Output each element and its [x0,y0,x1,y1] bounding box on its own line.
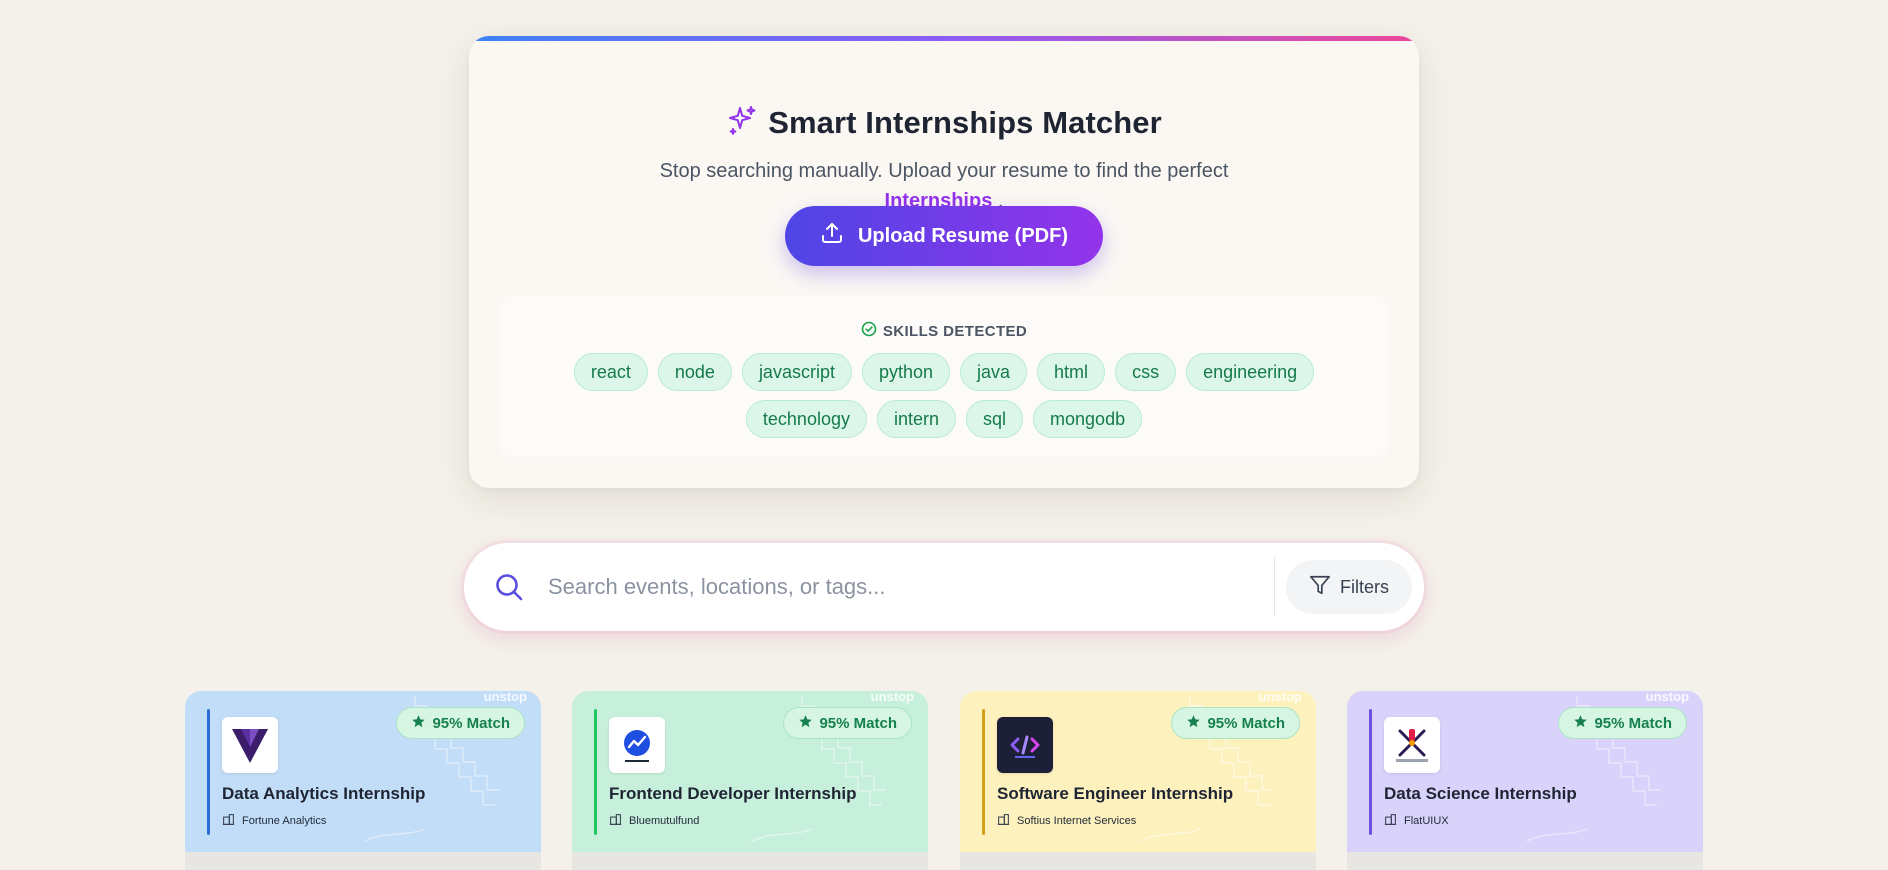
card-title: Software Engineer Internship [997,784,1234,803]
card-accent-bar [207,709,210,835]
skill-chip: css [1115,353,1177,391]
company-logo [222,717,278,773]
skills-heading-label: SKILLS DETECTED [882,322,1028,340]
match-label: 95% Match [819,714,897,732]
card-title: Frontend Developer Internship [609,784,857,803]
skill-chip: javascript [741,353,852,391]
skill-chip: mongodb [1033,400,1143,438]
match-badge: 95% Match [783,707,912,739]
subtitle-text: Stop searching manually. Upload your res… [659,160,1229,182]
filters-label: Filters [1340,576,1389,597]
skill-chip: sql [966,400,1024,438]
company-logo [609,717,665,773]
building-icon [1384,813,1397,829]
star-icon [411,714,426,733]
card-title: Data Analytics Internship [222,784,426,803]
internship-card[interactable]: unstop 95% Match Data Analytics Internsh… [185,691,541,870]
skills-row-2: technology intern sql mongodb [499,400,1389,438]
building-icon [609,813,622,829]
internship-card[interactable]: unstop 95% Match Frontend Developer Inte… [572,691,928,870]
internship-card-list: unstop 95% Match Data Analytics Internsh… [0,691,1888,870]
star-icon [798,714,813,733]
card-company: Softius Internet Services [997,813,1136,829]
building-icon [997,813,1010,829]
skill-chip: python [861,353,951,391]
match-badge: 95% Match [1171,707,1300,739]
card-footer [1347,852,1703,870]
unstop-watermark: unstop [870,691,914,704]
upload-button-label: Upload Resume (PDF) [857,224,1069,247]
internship-card[interactable]: unstop 95% Match Software Engineer Inter… [960,691,1316,870]
card-accent-bar [594,709,597,835]
building-icon [222,813,235,829]
filter-icon [1309,574,1331,601]
company-name: Bluemutulfund [629,815,700,827]
match-label: 95% Match [432,714,510,732]
skills-detected-panel: SKILLS DETECTED react node javascript py… [499,296,1389,457]
title-row: Smart Internships Matcher [469,104,1419,141]
skill-chip: intern [876,400,957,438]
skill-chip: java [960,353,1028,391]
resume-matcher-card: Smart Internships Matcher Stop searching… [469,36,1419,488]
skill-chip: react [573,353,648,391]
gradient-accent-bar [469,36,1419,41]
upload-resume-button[interactable]: Upload Resume (PDF) [785,206,1103,266]
match-badge: 95% Match [396,707,525,739]
page-title: Smart Internships Matcher [768,104,1162,140]
company-name: Fortune Analytics [242,815,327,827]
unstop-watermark: unstop [1258,691,1302,704]
skill-chip: html [1037,353,1106,391]
skills-heading: SKILLS DETECTED [499,321,1389,341]
search-bar: Filters [464,543,1424,631]
filters-button[interactable]: Filters [1286,560,1412,614]
company-logo [1384,717,1440,773]
card-footer [960,852,1316,870]
card-company: Bluemutulfund [609,813,699,829]
search-icon [494,572,524,602]
skills-row-1: react node javascript python java html c… [499,353,1389,391]
star-icon [1186,714,1201,733]
search-input[interactable] [548,565,1128,609]
card-footer [572,852,928,870]
unstop-watermark: unstop [1645,691,1689,704]
card-accent-bar [982,709,985,835]
company-logo [997,717,1053,773]
unstop-watermark: unstop [483,691,527,704]
card-title: Data Science Internship [1384,784,1577,803]
match-badge: 95% Match [1558,707,1687,739]
sparkles-icon [726,104,758,141]
card-company: FlatUIUX [1384,813,1449,829]
company-name: FlatUIUX [1404,815,1449,827]
star-icon [1573,714,1588,733]
match-label: 95% Match [1207,714,1285,732]
skill-chip: node [657,353,732,391]
check-circle-icon [861,321,877,341]
card-company: Fortune Analytics [222,813,326,829]
skill-chip: engineering [1186,353,1315,391]
search-divider [1274,557,1275,617]
internship-card[interactable]: unstop 95% Match Data Science Internship… [1347,691,1703,870]
upload-icon [820,221,844,251]
company-name: Softius Internet Services [1017,815,1137,827]
skill-chip: technology [745,400,867,438]
card-accent-bar [1369,709,1372,835]
card-footer [185,852,541,870]
match-label: 95% Match [1594,714,1672,732]
